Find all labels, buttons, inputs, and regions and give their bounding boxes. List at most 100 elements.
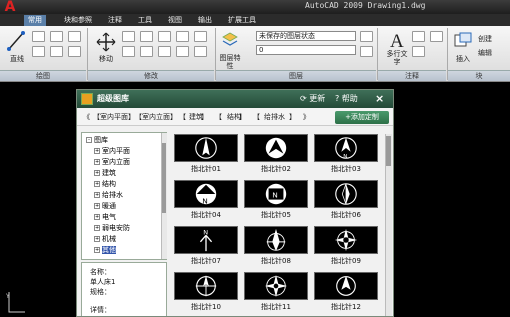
tree-item-structure[interactable]: + 结构 (94, 179, 116, 189)
insert-block-label: 插入 (456, 55, 470, 63)
symbol-item[interactable]: 指北针12 (314, 272, 378, 314)
north-arrow-05-icon: N (244, 180, 308, 208)
close-button[interactable]: × (375, 92, 384, 105)
name-label: 名称： (90, 268, 111, 276)
circle-icon[interactable] (32, 46, 45, 57)
mirror-icon[interactable] (176, 31, 189, 42)
dimension-icon[interactable] (412, 31, 425, 42)
panel-annotation-label: 注释 (378, 70, 446, 81)
polyline-icon[interactable] (32, 31, 45, 42)
move-tool-icon[interactable] (96, 32, 116, 52)
line-tool-label: 直线 (10, 55, 24, 63)
layer-state-dropdown[interactable]: 未保存的图层状态 (256, 31, 356, 41)
north-arrow-06-icon (314, 180, 378, 208)
create-block-label[interactable]: 创建 (478, 34, 508, 44)
breadcrumb-bracket: 【 (179, 113, 186, 121)
symbol-item[interactable]: N 指北针03 (314, 134, 378, 176)
stretch-icon[interactable] (140, 46, 153, 57)
tab-extended-tools[interactable]: 扩展工具 (224, 15, 260, 26)
tree-item-electrical[interactable]: + 电气 (94, 212, 116, 222)
symbol-item[interactable]: N 指北针04 (174, 180, 238, 222)
copy-icon[interactable] (122, 46, 135, 57)
move-tool-label: 移动 (99, 55, 113, 63)
autocad-logo-icon[interactable]: A (1, 0, 19, 15)
symbol-item[interactable]: 指北针02 (244, 134, 308, 176)
tab-view[interactable]: 视图 (164, 15, 186, 26)
tree-item-interior-plan[interactable]: + 室内平面 (94, 146, 130, 156)
breadcrumb-bracket: 】 (289, 113, 296, 121)
expand-icon[interactable]: + (94, 170, 100, 176)
symbol-item[interactable]: N 指北针05 (244, 180, 308, 222)
tree-item-hvac[interactable]: + 暖通 (94, 201, 116, 211)
symbol-item[interactable]: 指北针01 (174, 134, 238, 176)
mtext-icon[interactable]: A (388, 30, 406, 50)
insert-block-icon[interactable] (454, 32, 472, 48)
layer-properties-icon[interactable] (221, 31, 239, 49)
array-icon[interactable] (176, 46, 189, 57)
expand-icon[interactable]: + (94, 203, 100, 209)
breadcrumb-open: 《 (83, 113, 90, 121)
line-tool-icon[interactable] (6, 30, 26, 52)
tab-tools[interactable]: 工具 (134, 15, 156, 26)
tree-item-low-voltage[interactable]: + 弱电安防 (94, 223, 130, 233)
refresh-button[interactable]: ⟳ 更新 (300, 93, 325, 104)
svg-text:A: A (390, 31, 404, 50)
ellipse-icon[interactable] (68, 46, 81, 57)
breadcrumb-interior-plan[interactable]: 【室内平面】 (93, 112, 135, 122)
tree-item-architecture[interactable]: + 建筑 (94, 168, 116, 178)
dialog-title-bar[interactable]: 超级图库 ⟳ 更新 ? 帮助 × (77, 90, 393, 108)
rotate-icon[interactable] (122, 31, 135, 42)
hatch-icon[interactable] (50, 46, 63, 57)
edit-block-label[interactable]: 编辑 (478, 48, 508, 58)
layer-current-dropdown[interactable]: 0 (256, 45, 356, 55)
table-icon[interactable] (430, 31, 443, 42)
add-custom-button[interactable]: +添加定制 (335, 111, 389, 124)
trim-icon[interactable] (140, 31, 153, 42)
expand-icon[interactable]: + (94, 148, 100, 154)
extend-icon[interactable] (158, 31, 171, 42)
scale-icon[interactable] (158, 46, 171, 57)
arc-icon[interactable] (50, 31, 63, 42)
expand-icon[interactable]: + (94, 236, 100, 242)
symbol-item[interactable]: 指北针06 (314, 180, 378, 222)
ucs-icon: Y (5, 292, 25, 313)
tree-item-label: 暖通 (102, 202, 116, 210)
grid-scroll-thumb[interactable] (386, 136, 391, 166)
tab-blocks-refs[interactable]: 块和参照 (60, 15, 96, 26)
tab-annotate[interactable]: 注释 (104, 15, 126, 26)
symbol-item[interactable]: 指北针08 (244, 226, 308, 268)
expand-icon[interactable]: + (94, 181, 100, 187)
leader-icon[interactable] (412, 46, 425, 57)
symbol-item[interactable]: 指北针11 (244, 272, 308, 314)
symbol-item[interactable]: 指北针10 (174, 272, 238, 314)
tree-item-label: 室内平面 (102, 147, 130, 155)
tree-item-plumbing[interactable]: + 给排水 (94, 190, 123, 200)
help-label: 帮助 (341, 94, 358, 103)
tree-item-root[interactable]: - 图库 (86, 135, 108, 145)
tree-scroll-thumb[interactable] (162, 143, 166, 213)
help-button[interactable]: ? 帮助 (335, 93, 358, 104)
tab-home[interactable]: 常用 (24, 15, 46, 26)
tree-item-other[interactable]: + 其他 (94, 245, 116, 255)
expand-icon[interactable]: + (94, 247, 100, 253)
layer-off-icon[interactable] (360, 46, 373, 57)
symbol-item[interactable]: 指北针09 (314, 226, 378, 268)
breadcrumb-plumbing[interactable]: 给排水 (264, 112, 285, 122)
symbol-grid: 指北针01 指北针02 N 指北针03 N 指北针04 N 指北针05 指北针0… (174, 134, 392, 316)
breadcrumb-interior-elevation[interactable]: 【室内立面】 (135, 112, 177, 122)
tree-item-interior-elevation[interactable]: + 室内立面 (94, 157, 130, 167)
tab-output[interactable]: 输出 (194, 15, 216, 26)
layer-match-icon[interactable] (360, 31, 373, 42)
expand-icon[interactable]: + (94, 214, 100, 220)
ribbon: 直线 绘图 移动 修改 图层特性 未保存的图层状态 0 图层 A 多行文字 注释… (0, 26, 510, 82)
collapse-icon[interactable]: - (86, 137, 92, 143)
rectangle-icon[interactable] (68, 31, 81, 42)
expand-icon[interactable]: + (94, 159, 100, 165)
expand-icon[interactable]: + (94, 192, 100, 198)
tree-item-mechanical[interactable]: + 机械 (94, 234, 116, 244)
svg-text:N: N (202, 196, 208, 205)
fillet-icon[interactable] (194, 31, 207, 42)
expand-icon[interactable]: + (94, 225, 100, 231)
symbol-item[interactable]: N 指北针07 (174, 226, 238, 268)
erase-icon[interactable] (194, 46, 207, 57)
